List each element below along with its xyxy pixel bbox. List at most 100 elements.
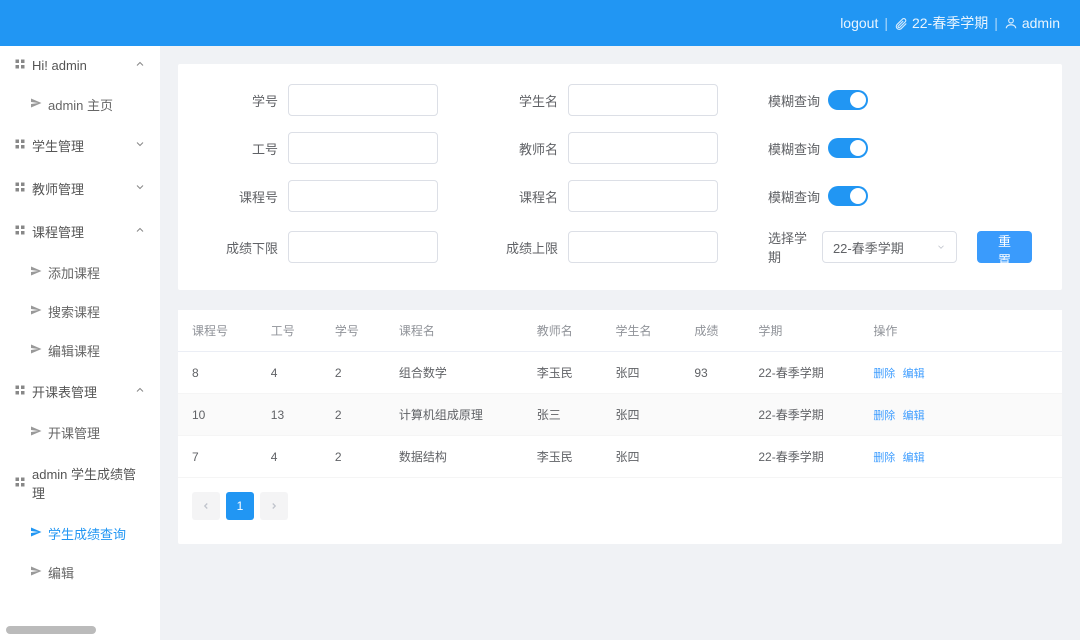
grade-min-input[interactable] [288,231,438,263]
grid-icon [14,58,26,73]
sidebar-item-label: 学生成绩查询 [48,524,126,543]
fuzzy-label: 模糊查询 [768,187,820,206]
chevron-down-icon [134,181,146,196]
cell-course_id: 10 [178,394,257,436]
pagination: 1 [178,478,1062,526]
cell-teacher_name: 李玉民 [523,436,602,478]
logout-link[interactable]: logout [840,15,878,31]
fuzzy-student-switch[interactable] [828,90,868,110]
course-id-input[interactable] [288,180,438,212]
cell-actions: 删除 编辑 [859,352,962,394]
sidebar-item-label: 开课表管理 [32,382,97,401]
cell-teacher_id: 13 [257,394,321,436]
sidebar-item-search-course[interactable]: 搜索课程 [0,292,160,331]
fuzzy-teacher-switch[interactable] [828,138,868,158]
grid-icon [14,138,26,153]
horizontal-scrollbar-thumb[interactable] [6,626,96,634]
grid-icon [14,224,26,239]
page-1[interactable]: 1 [226,492,254,520]
row-delete-link[interactable]: 删除 [873,410,895,422]
sidebar-item-grade-edit[interactable]: 编辑 [0,553,160,592]
chevron-down-icon [134,138,146,153]
sidebar-item-label: admin 学生成绩管理 [32,464,146,502]
sidebar-item-label: 教师管理 [32,179,84,198]
sep: | [884,15,888,31]
user-icon [1004,15,1022,31]
sidebar-item-label: admin 主页 [48,95,113,114]
row-delete-link[interactable]: 删除 [873,368,895,380]
th-teacher-name: 教师名 [523,310,602,352]
plane-icon [30,304,42,319]
term-selected-value: 22-春季学期 [833,238,904,257]
term-select-label: 选择学期 [768,228,814,266]
sidebar-item-label: 课程管理 [32,222,84,241]
th-actions: 操作 [859,310,962,352]
results-table: 课程号 工号 学号 课程名 教师名 学生名 成绩 学期 操作 842组合数学李玉… [178,310,1062,478]
teacher-id-label: 工号 [208,139,278,158]
sidebar-schedule-mgmt[interactable]: 开课表管理 [0,370,160,413]
cell-spacer [962,352,1062,394]
plane-icon [30,97,42,112]
sidebar-item-label: 添加课程 [48,263,100,282]
th-course-name: 课程名 [385,310,523,352]
grade-max-input[interactable] [568,231,718,263]
grid-icon [14,181,26,196]
sidebar-item-schedule-manage[interactable]: 开课管理 [0,413,160,452]
main-content: 学号 学生名 模糊查询 工号 教师名 [160,46,1080,640]
student-name-label: 学生名 [488,91,558,110]
sidebar-item-home[interactable]: admin 主页 [0,85,160,124]
sidebar-item-label: 编辑课程 [48,341,100,360]
sidebar-item-label: 编辑 [48,563,74,582]
cell-term: 22-春季学期 [744,352,859,394]
fuzzy-course-switch[interactable] [828,186,868,206]
results-table-card: 课程号 工号 学号 课程名 教师名 学生名 成绩 学期 操作 842组合数学李玉… [178,310,1062,544]
attachment-icon [894,15,912,31]
teacher-name-label: 教师名 [488,139,558,158]
page-next[interactable] [260,492,288,520]
sidebar-item-label: 开课管理 [48,423,100,442]
filter-panel: 学号 学生名 模糊查询 工号 教师名 [178,64,1062,290]
reset-button[interactable]: 重置 [977,231,1032,263]
cell-student_id: 2 [321,352,385,394]
row-edit-link[interactable]: 编辑 [903,368,925,380]
sidebar-student-mgmt[interactable]: 学生管理 [0,124,160,167]
grid-icon [14,476,26,491]
cell-student_name: 张四 [602,352,681,394]
chevron-up-icon [134,58,146,73]
fuzzy-label: 模糊查询 [768,139,820,158]
student-id-input[interactable] [288,84,438,116]
sidebar-greeting-label: Hi! admin [32,58,87,73]
cell-course_id: 7 [178,436,257,478]
cell-term: 22-春季学期 [744,394,859,436]
cell-actions: 删除 编辑 [859,436,962,478]
fuzzy-label: 模糊查询 [768,91,820,110]
th-grade: 成绩 [680,310,744,352]
th-student-name: 学生名 [602,310,681,352]
row-edit-link[interactable]: 编辑 [903,452,925,464]
student-name-input[interactable] [568,84,718,116]
term-select[interactable]: 22-春季学期 [822,231,957,263]
teacher-id-input[interactable] [288,132,438,164]
row-delete-link[interactable]: 删除 [873,452,895,464]
course-id-label: 课程号 [208,187,278,206]
sidebar-item-add-course[interactable]: 添加课程 [0,253,160,292]
page-prev[interactable] [192,492,220,520]
sidebar-greeting[interactable]: Hi! admin [0,46,160,85]
teacher-name-input[interactable] [568,132,718,164]
term-display[interactable]: 22-春季学期 [912,13,988,33]
grade-max-label: 成绩上限 [488,238,558,257]
cell-teacher_id: 4 [257,352,321,394]
grid-icon [14,384,26,399]
course-name-input[interactable] [568,180,718,212]
user-name[interactable]: admin [1022,15,1060,31]
table-row: 842组合数学李玉民张四9322-春季学期删除 编辑 [178,352,1062,394]
cell-student_name: 张四 [602,436,681,478]
sidebar-item-grade-query[interactable]: 学生成绩查询 [0,514,160,553]
sidebar-grade-mgmt[interactable]: admin 学生成绩管理 [0,452,160,514]
sidebar-course-mgmt[interactable]: 课程管理 [0,210,160,253]
cell-grade: 93 [680,352,744,394]
sidebar-item-edit-course[interactable]: 编辑课程 [0,331,160,370]
row-edit-link[interactable]: 编辑 [903,410,925,422]
cell-term: 22-春季学期 [744,436,859,478]
sidebar-teacher-mgmt[interactable]: 教师管理 [0,167,160,210]
